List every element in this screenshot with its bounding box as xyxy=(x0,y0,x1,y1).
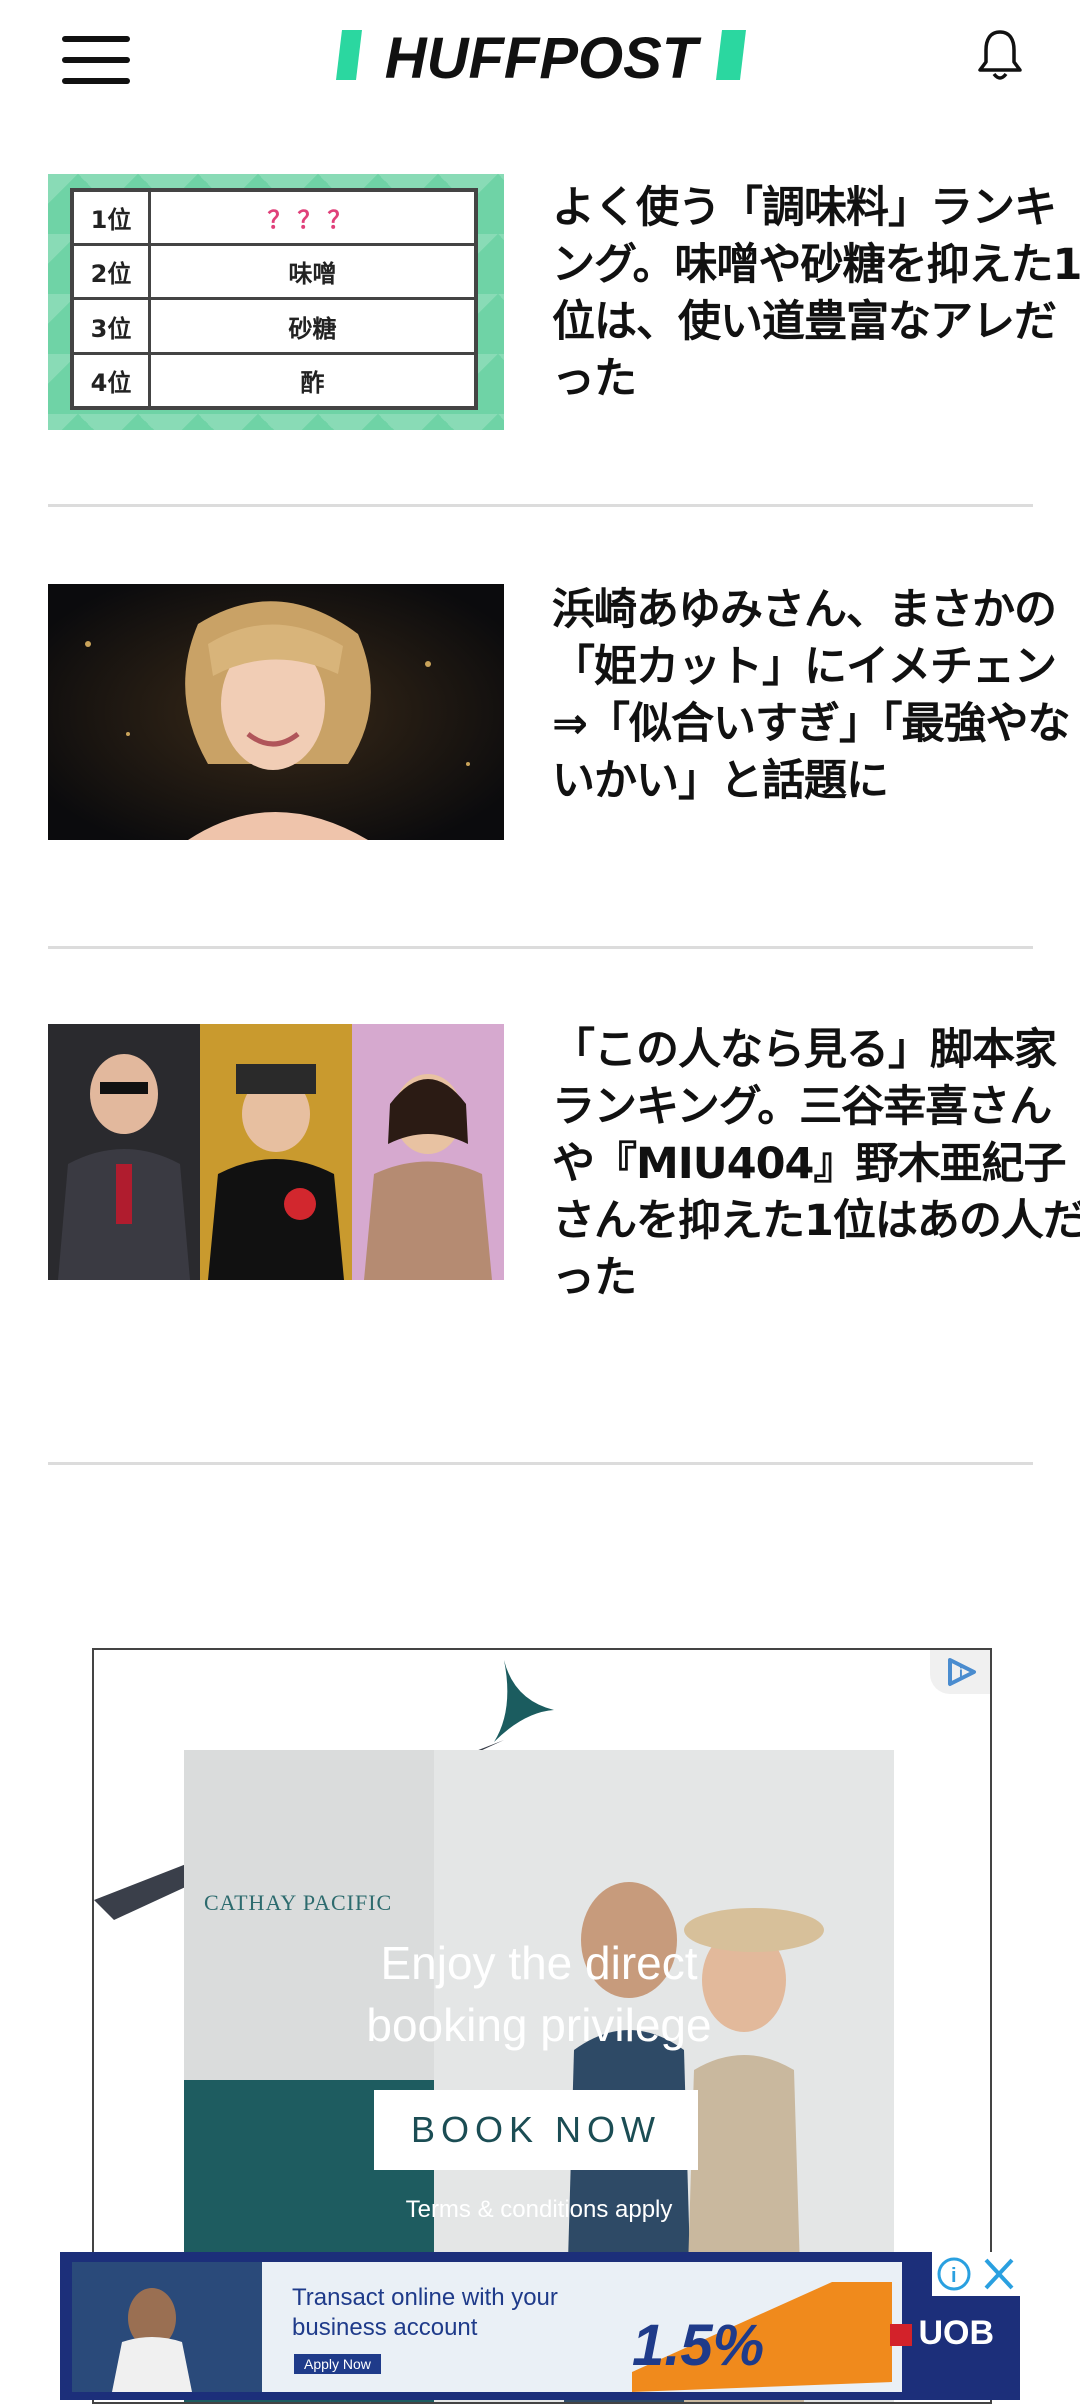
table-row: 1位 ？？？ xyxy=(70,188,478,247)
banner-image: Transact online with your business accou… xyxy=(72,2262,902,2392)
article-card-3[interactable]: 「この人なら見る」脚本家ランキング。三谷幸喜さんや『MIU404』野木亜紀子さん… xyxy=(48,1024,1080,1324)
apply-now-button[interactable]: Apply Now xyxy=(294,2354,381,2374)
portrait-photo-icon[interactable] xyxy=(48,584,504,840)
uob-brand-text: UOB xyxy=(918,2314,994,2352)
article-title-1[interactable]: よく使う「調味料」ランキング。味噌や砂糖を抑えた1位は、使い道豊富なアレだった xyxy=(552,180,1080,408)
rank-cell: 2位 xyxy=(70,243,151,301)
table-row: 4位 酢 xyxy=(70,351,478,410)
article-card-1[interactable]: 1位 ？？？ 2位 味噌 3位 砂糖 4位 酢 よく使う「調味料」ランキング。味… xyxy=(48,174,1080,434)
uob-banner-ad[interactable]: Transact online with your business accou… xyxy=(60,2252,1020,2400)
divider xyxy=(48,946,1033,949)
value-cell: 砂糖 xyxy=(148,297,478,355)
rank-cell: 1位 xyxy=(70,188,151,247)
hamburger-menu-icon[interactable] xyxy=(62,36,130,86)
article-card-2[interactable]: 浜崎あゆみさん、まさかの「姫カット」にイメチェン⇒「似合いすぎ」「最強やないかい… xyxy=(48,584,1071,884)
value-cell: ？？？ xyxy=(148,188,478,247)
value-cell: 味噌 xyxy=(148,243,478,301)
logo-text: HUFFPOST xyxy=(385,26,702,88)
table-row: 2位 味噌 xyxy=(70,243,478,301)
value-cell: 酢 xyxy=(148,351,478,410)
notification-bell-icon[interactable] xyxy=(970,24,1030,84)
banner-controls: i xyxy=(932,2252,1020,2296)
article-title-3[interactable]: 「この人なら見る」脚本家ランキング。三谷幸喜さんや『MIU404』野木亜紀子さん… xyxy=(552,1022,1080,1307)
article-thumbnail-1[interactable]: 1位 ？？？ 2位 味噌 3位 砂糖 4位 酢 xyxy=(48,174,504,430)
rate-text: 1.5% xyxy=(632,2313,765,2378)
banner-text-2: business account xyxy=(292,2314,478,2341)
uob-logo: UOB xyxy=(890,2314,994,2353)
rank-cell: 3位 xyxy=(70,297,151,355)
terms-text: Terms & conditions apply xyxy=(405,2196,673,2223)
ad-headline-2: booking privilege xyxy=(366,1999,712,2051)
divider xyxy=(48,1462,1033,1465)
svg-text:i: i xyxy=(951,2265,957,2287)
article-title-2[interactable]: 浜崎あゆみさん、まさかの「姫カット」にイメチェン⇒「似合いすぎ」「最強やないかい… xyxy=(552,582,1080,810)
banner-text-1: Transact online with your xyxy=(292,2284,558,2311)
ad-headline-1: Enjoy the direct xyxy=(380,1937,698,1989)
table-row: 3位 砂糖 xyxy=(70,297,478,355)
uob-mark-icon xyxy=(890,2324,913,2347)
cathay-brand-text: CATHAY PACIFIC xyxy=(204,1890,393,1915)
divider xyxy=(48,504,1033,507)
three-people-photo-icon[interactable] xyxy=(48,1024,504,1280)
rank-cell: 4位 xyxy=(70,351,151,410)
book-now-button[interactable]: BOOK NOW xyxy=(374,2090,698,2170)
top-header: HUFFPOST xyxy=(0,0,1080,120)
huffpost-logo[interactable]: HUFFPOST xyxy=(336,22,746,91)
ranking-table: 1位 ？？？ 2位 味噌 3位 砂糖 4位 酢 xyxy=(70,188,478,410)
